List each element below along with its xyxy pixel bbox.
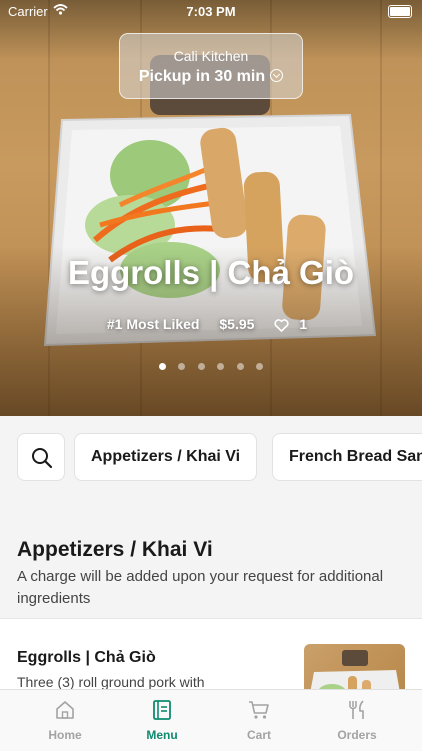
menu-item-title: Eggrolls | Chả Giò — [17, 649, 156, 666]
hero-title: Eggrolls | Chả Giò — [67, 254, 355, 291]
likes-count: 1 — [299, 316, 308, 332]
tab-bar[interactable]: Home Menu Cart Orders — [0, 689, 422, 751]
likes[interactable]: 1 — [274, 316, 315, 332]
hero-banner[interactable]: Carrier 7:03 PM Cali Kitchen Pickup in 3… — [0, 0, 422, 416]
rank-label: #1 Most Liked — [106, 316, 200, 332]
pickup-time: Pickup in 30 min — [120, 68, 302, 86]
chevron-down-icon — [270, 69, 284, 83]
carousel-dot[interactable] — [178, 363, 186, 370]
tab-cart-label: Cart — [246, 728, 271, 742]
status-bar: Carrier 7:03 PM — [0, 0, 422, 22]
category-chip-appetizers[interactable]: Appetizers / Khai Vi — [74, 433, 258, 481]
carousel-dot[interactable] — [217, 363, 225, 370]
tab-menu[interactable]: Menu — [113, 690, 211, 751]
menu-section-header: Appetizers / Khai Vi A charge will be ad… — [0, 500, 422, 618]
carousel-dot[interactable] — [256, 363, 264, 370]
tab-cart[interactable]: Cart — [210, 690, 308, 751]
section-title: Appetizers / Khai Vi — [17, 538, 213, 561]
price-label: $5.95 — [219, 316, 255, 332]
section-description: A charge will be added upon your request… — [17, 568, 384, 607]
tab-home[interactable]: Home — [16, 690, 114, 751]
tab-orders-label: Orders — [337, 728, 377, 742]
category-chip-french-bread[interactable]: French Bread Sandwiches — [272, 433, 422, 481]
category-bar[interactable]: Appetizers / Khai Vi French Bread Sandwi… — [0, 416, 422, 500]
home-icon — [56, 701, 74, 719]
carousel-dot[interactable] — [236, 363, 244, 370]
carousel-dots[interactable] — [0, 357, 422, 375]
carousel-dot[interactable] — [197, 363, 205, 370]
battery-icon — [388, 5, 412, 18]
search-button[interactable] — [17, 433, 65, 481]
tab-orders[interactable]: Orders — [308, 690, 406, 751]
cart-icon — [249, 701, 269, 719]
tab-menu-label: Menu — [146, 728, 178, 742]
carousel-dot[interactable] — [158, 363, 166, 370]
menu-item-description: Three (3) roll ground pork with — [17, 674, 205, 690]
menu-item[interactable]: Eggrolls | Chả Giò Three (3) roll ground… — [0, 618, 422, 704]
hero-meta: #1 Most Liked $5.95 1 — [0, 316, 422, 332]
heart-icon — [274, 318, 289, 332]
utensils-icon — [349, 700, 364, 719]
store-name: Cali Kitchen — [173, 48, 249, 64]
search-icon — [32, 448, 53, 469]
menu-icon — [153, 700, 171, 720]
tab-home-label: Home — [48, 728, 82, 742]
store-selector[interactable]: Cali Kitchen Pickup in 30 min — [119, 33, 303, 99]
clock: 7:03 PM — [186, 4, 236, 19]
